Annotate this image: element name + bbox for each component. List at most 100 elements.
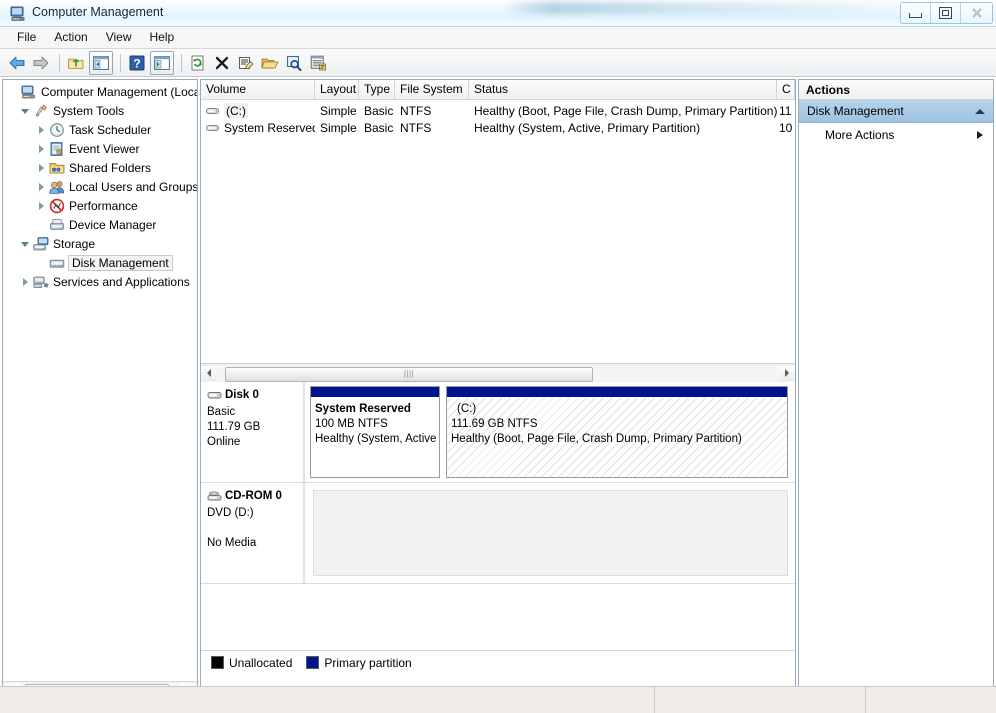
minimize-button[interactable]	[901, 3, 931, 23]
partition-size: 100 MB NTFS	[315, 417, 437, 432]
column-header-type[interactable]: Type	[359, 80, 395, 99]
tree-item-label: Device Manager	[69, 218, 156, 232]
volume-icon	[205, 120, 221, 136]
toolbar: ?	[0, 49, 996, 77]
partition-name: (C:)	[451, 402, 785, 417]
tree-item-label: Computer Management (Local	[41, 85, 197, 99]
close-icon	[970, 6, 984, 20]
volume-list-horizontal-scrollbar[interactable]: ||||	[201, 363, 795, 383]
tree-item-performance[interactable]: Performance	[3, 196, 197, 215]
scroll-thumb[interactable]: ||||	[225, 367, 593, 382]
graphical-disk-view: Disk 0 Basic 111.79 GB Online System Res…	[201, 382, 795, 674]
actions-pane: Actions Disk Management More Actions	[798, 79, 994, 699]
tree-expander-open[interactable]	[17, 107, 33, 114]
partition-status: Healthy (Boot, Page File, Crash Dump, Pr…	[451, 432, 785, 447]
disk-info-panel[interactable]: Disk 0 Basic 111.79 GB Online	[201, 382, 305, 482]
tree-item-services-and-applications[interactable]: Services and Applications	[3, 272, 197, 291]
tree-expander-closed[interactable]	[33, 202, 49, 210]
minimize-icon	[909, 13, 922, 18]
open-button[interactable]	[259, 52, 281, 74]
delete-button[interactable]	[211, 52, 233, 74]
menu-help[interactable]: Help	[141, 28, 184, 47]
tree-expander-closed[interactable]	[33, 145, 49, 153]
volume-cell-layout: Simple	[315, 103, 359, 119]
up-one-level-button[interactable]	[65, 52, 87, 74]
svg-text:?: ?	[133, 56, 140, 70]
back-button[interactable]	[6, 52, 28, 74]
tree-expander-closed[interactable]	[33, 183, 49, 191]
partition-c-drive[interactable]: (C:) 111.69 GB NTFS Healthy (Boot, Page …	[446, 386, 788, 478]
actions-group-disk-management[interactable]: Disk Management	[799, 100, 993, 123]
disk-partitions: System Reserved 100 MB NTFS Healthy (Sys…	[305, 382, 795, 482]
users-icon	[49, 179, 65, 195]
disk-strip[interactable]: CD-ROM 0 DVD (D:) No Media	[201, 483, 795, 584]
disk-strip[interactable]: Disk 0 Basic 111.79 GB Online System Res…	[201, 382, 795, 483]
column-header-capacity[interactable]: C	[777, 80, 795, 99]
disk-name: Disk 0	[225, 388, 259, 403]
table-row[interactable]: (C:) Simple Basic NTFS Healthy (Boot, Pa…	[201, 102, 795, 119]
tree-expander-closed[interactable]	[17, 278, 33, 286]
toolbar-separator-3	[181, 54, 182, 72]
legend-label: Unallocated	[229, 656, 292, 670]
tree-item-system-tools[interactable]: System Tools	[3, 101, 197, 120]
volume-cell-type: Basic	[359, 103, 395, 119]
tree-item-storage[interactable]: Storage	[3, 234, 197, 253]
menu-view[interactable]: View	[97, 28, 141, 47]
actions-item-more-actions[interactable]: More Actions	[799, 123, 993, 147]
status-pane-secondary	[655, 687, 866, 713]
chevron-right-icon[interactable]	[977, 131, 983, 139]
tree-expander-closed[interactable]	[33, 164, 49, 172]
refresh-button[interactable]	[187, 52, 209, 74]
tree-item-task-scheduler[interactable]: Task Scheduler	[3, 120, 197, 139]
menu-action[interactable]: Action	[45, 28, 96, 47]
legend-item-primary-partition: Primary partition	[306, 656, 411, 670]
column-header-file-system[interactable]: File System	[395, 80, 469, 99]
title-bar: Computer Management	[0, 0, 996, 27]
maximize-button[interactable]	[931, 3, 961, 23]
column-header-layout[interactable]: Layout	[315, 80, 359, 99]
tree-item-shared-folders[interactable]: Shared Folders	[3, 158, 197, 177]
disk-partitions	[305, 483, 795, 583]
partition-type-bar	[447, 387, 787, 398]
properties-button[interactable]	[235, 52, 257, 74]
column-header-volume[interactable]: Volume	[201, 80, 315, 99]
close-button[interactable]	[961, 3, 992, 23]
show-hide-console-tree-button[interactable]	[89, 51, 113, 75]
tree-item-device-manager[interactable]: Device Manager	[3, 215, 197, 234]
column-header-status[interactable]: Status	[469, 80, 777, 99]
tree-item-local-users-and-groups[interactable]: Local Users and Groups	[3, 177, 197, 196]
tree-item-label: Shared Folders	[69, 161, 151, 175]
volume-list-header: Volume Layout Type File System Status C	[201, 80, 795, 100]
tree-expander-closed[interactable]	[33, 126, 49, 134]
disk-info-panel[interactable]: CD-ROM 0 DVD (D:) No Media	[201, 483, 305, 583]
volume-list: Volume Layout Type File System Status C	[201, 80, 795, 363]
tree-item-label: Performance	[69, 199, 138, 213]
computer-management-icon	[10, 5, 26, 21]
export-list-button[interactable]	[307, 52, 329, 74]
tree-expander-open[interactable]	[17, 240, 33, 247]
volume-cell-layout: Simple	[315, 120, 359, 136]
scroll-track[interactable]: ||||	[217, 366, 779, 381]
menu-file[interactable]: File	[8, 28, 45, 47]
scroll-left-button[interactable]	[201, 366, 217, 381]
tree-item-computer-management[interactable]: Computer Management (Local	[3, 82, 197, 101]
find-button[interactable]	[283, 52, 305, 74]
partition-system-reserved[interactable]: System Reserved 100 MB NTFS Healthy (Sys…	[310, 386, 440, 478]
disk-title: Disk 0	[207, 388, 297, 403]
scroll-right-button[interactable]	[779, 366, 795, 381]
show-hide-action-pane-button[interactable]	[150, 51, 174, 75]
window-controls	[900, 2, 993, 24]
volume-cell-capacity: 10	[777, 120, 795, 136]
chevron-up-icon[interactable]	[975, 109, 985, 114]
no-media-area[interactable]	[313, 490, 788, 576]
help-button[interactable]: ?	[126, 52, 148, 74]
forward-button[interactable]	[30, 52, 52, 74]
volume-cell-capacity: 11	[777, 103, 795, 119]
table-row[interactable]: System Reserved Simple Basic NTFS Health…	[201, 119, 795, 136]
restore-icon	[939, 7, 952, 19]
aero-glass-reflection	[500, 2, 920, 14]
toolbar-separator-2	[120, 54, 121, 72]
tree-item-disk-management[interactable]: Disk Management	[3, 253, 197, 272]
tree-item-event-viewer[interactable]: Event Viewer	[3, 139, 197, 158]
computer-icon	[21, 84, 37, 100]
